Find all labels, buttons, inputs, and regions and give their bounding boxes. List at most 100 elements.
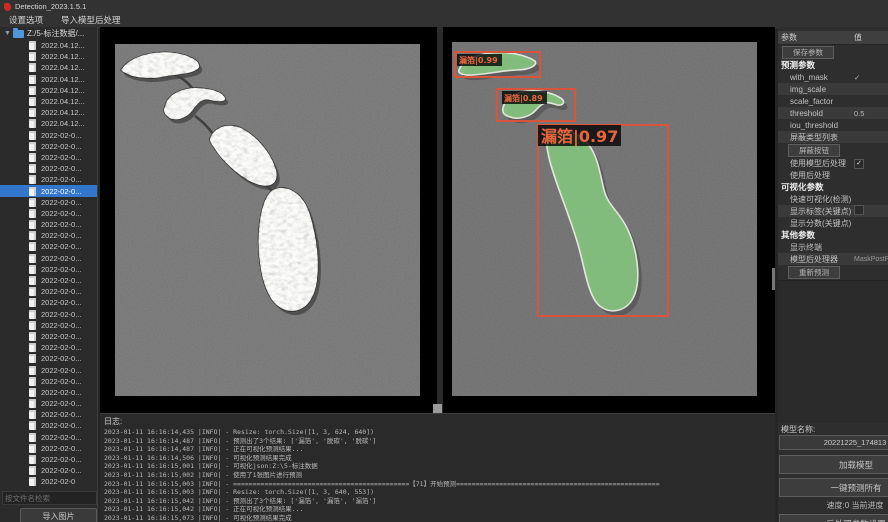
tree-file-row[interactable]: 2022.04.12... bbox=[0, 74, 97, 85]
sidebar: ▼ Z:/5-标注数据/... 2022.04.12... 2022.04.12… bbox=[0, 27, 98, 522]
log-panel[interactable]: 日志: 2023-01-11 16:16:14,435 |INFO| - Res… bbox=[100, 413, 775, 522]
tree-file-row[interactable]: 2022-02-0... bbox=[0, 398, 97, 409]
menu-settings[interactable]: 设置选项 bbox=[0, 13, 52, 27]
import-images-button[interactable]: 导入图片 bbox=[20, 508, 97, 522]
vertical-scrollbar-handle[interactable] bbox=[772, 268, 775, 290]
log-lines: 2023-01-11 16:16:14,435 |INFO| - Resize:… bbox=[100, 428, 775, 522]
menu-import-model-post[interactable]: 导入模型后处理 bbox=[52, 13, 130, 27]
save-params-button[interactable]: 保存参数 bbox=[782, 46, 834, 59]
tree-file-label: 2022-02-0... bbox=[41, 343, 81, 352]
model-name-field[interactable]: 20221225_174813 bbox=[779, 435, 888, 450]
tree-file-row[interactable]: 2022.04.12... bbox=[0, 40, 97, 51]
tree-file-label: 2022-02-0... bbox=[41, 354, 81, 363]
log-line: 2023-01-11 16:16:14,487 |INFO| - 正在可视化预测… bbox=[100, 445, 775, 454]
horizontal-scrollbar-handle[interactable] bbox=[433, 404, 442, 413]
load-model-button[interactable]: 加载模型 bbox=[779, 455, 888, 474]
tree-file-row[interactable]: 2022.04.12... bbox=[0, 85, 97, 96]
file-icon bbox=[29, 41, 36, 50]
tree-file-row[interactable]: 2022-02-0... bbox=[0, 230, 97, 241]
tree-file-row[interactable]: 2022.04.12... bbox=[0, 62, 97, 73]
post-settings-button[interactable]: 后处理参数设置 bbox=[779, 514, 888, 522]
param-label: 显示分数(关键点) bbox=[778, 218, 854, 229]
file-icon bbox=[29, 287, 36, 296]
tree-file-label: 2022-02-0... bbox=[41, 142, 81, 151]
tree-file-label: 2022-02-0... bbox=[41, 131, 81, 140]
tree-file-row[interactable]: 2022-02-0... bbox=[0, 309, 97, 320]
with-mask-check[interactable]: ✓ bbox=[854, 73, 888, 82]
file-icon bbox=[29, 321, 36, 330]
tree-file-row[interactable]: 2022-02-0... bbox=[0, 409, 97, 420]
file-icon bbox=[29, 153, 36, 162]
tree-file-row[interactable]: 2022-02-0... bbox=[0, 185, 97, 196]
tree-file-row[interactable]: 2022-02-0... bbox=[0, 353, 97, 364]
tree-file-row[interactable]: 2022-02-0... bbox=[0, 241, 97, 252]
tree-file-row[interactable]: 2022-02-0... bbox=[0, 152, 97, 163]
repredict-button[interactable]: 重新预测 bbox=[788, 266, 840, 279]
param-label: 显示标签(关键点) bbox=[778, 206, 854, 217]
app-icon bbox=[4, 3, 11, 11]
param-row-model-post-processor: 模型后处理器 MaskPostPro bbox=[778, 253, 888, 265]
prediction-image-viewer[interactable]: 漏箔|0.99 漏箔|0.89 漏箔|0.97 bbox=[443, 27, 775, 413]
param-label: img_scale bbox=[778, 85, 854, 94]
predict-all-button[interactable]: 一键预测所有 bbox=[779, 478, 888, 497]
file-tree[interactable]: ▼ Z:/5-标注数据/... 2022.04.12... 2022.04.12… bbox=[0, 27, 97, 489]
tree-file-row[interactable]: 2022-02-0... bbox=[0, 387, 97, 398]
tree-file-row[interactable]: 2022-02-0... bbox=[0, 130, 97, 141]
log-line: 2023-01-11 16:16:15,003 |INFO| - Resize:… bbox=[100, 488, 775, 497]
tree-file-row[interactable]: 2022.04.12... bbox=[0, 107, 97, 118]
filename-search-input[interactable] bbox=[2, 491, 97, 505]
tree-file-label: 2022-02-0... bbox=[41, 242, 81, 251]
tree-file-label: 2022-02-0... bbox=[41, 231, 81, 240]
tree-file-row[interactable]: 2022-02-0... bbox=[0, 219, 97, 230]
tree-file-row[interactable]: 2022-02-0... bbox=[0, 465, 97, 476]
tree-file-row[interactable]: 2022.04.12... bbox=[0, 51, 97, 62]
tree-file-label: 2022-02-0... bbox=[41, 466, 81, 475]
tree-file-row[interactable]: 2022-02-0... bbox=[0, 197, 97, 208]
tree-file-label: 2022-02-0... bbox=[41, 175, 81, 184]
tree-file-label: 2022-02-0... bbox=[41, 153, 81, 162]
tree-file-label: 2022-02-0... bbox=[41, 433, 81, 442]
file-icon bbox=[29, 444, 36, 453]
tree-file-row[interactable]: 2022-02-0... bbox=[0, 163, 97, 174]
tree-file-row[interactable]: 2022.04.12... bbox=[0, 96, 97, 107]
file-icon bbox=[29, 220, 36, 229]
file-icon bbox=[29, 265, 36, 274]
tree-file-row[interactable]: 2022-02-0... bbox=[0, 331, 97, 342]
param-row-show-label: 显示标签(关键点) bbox=[778, 205, 888, 217]
log-line: 2023-01-11 16:16:15,001 |INFO| - 可视化json… bbox=[100, 462, 775, 471]
detection-label-2: 漏箔|0.89 bbox=[504, 93, 543, 103]
file-icon bbox=[29, 187, 36, 196]
tree-file-row[interactable]: 2022-02-0... bbox=[0, 286, 97, 297]
block-button[interactable]: 屏蔽按钮 bbox=[788, 144, 840, 157]
file-icon bbox=[29, 254, 36, 263]
tree-file-label: 2022.04.12... bbox=[41, 41, 85, 50]
detection-label-3: 漏箔|0.97 bbox=[541, 127, 618, 147]
tree-file-row[interactable]: 2022-02-0... bbox=[0, 420, 97, 431]
tree-file-row[interactable]: 2022.04.12... bbox=[0, 118, 97, 129]
file-icon bbox=[29, 421, 36, 430]
tree-expander-icon[interactable]: ▼ bbox=[4, 30, 13, 37]
tree-file-row[interactable]: 2022-02-0... bbox=[0, 275, 97, 286]
show-label-checkbox[interactable] bbox=[854, 205, 864, 215]
params-panel: 参数 值 保存参数 预测参数 with_mask ✓ img_scale sca… bbox=[778, 27, 888, 522]
file-icon bbox=[29, 388, 36, 397]
tree-file-row[interactable]: 2022-02-0... bbox=[0, 320, 97, 331]
tree-file-row[interactable]: 2022-02-0... bbox=[0, 454, 97, 465]
tree-file-row[interactable]: 2022-02-0... bbox=[0, 253, 97, 264]
tree-file-row[interactable]: 2022-02-0... bbox=[0, 264, 97, 275]
use-model-post-checkbox[interactable]: ✓ bbox=[854, 159, 864, 169]
tree-file-row[interactable]: 2022-02-0... bbox=[0, 297, 97, 308]
tree-file-row[interactable]: 2022-02-0... bbox=[0, 208, 97, 219]
tree-file-row[interactable]: 2022-02-0... bbox=[0, 364, 97, 375]
tree-file-row[interactable]: 2022-02-0... bbox=[0, 174, 97, 185]
tree-file-row[interactable]: 2022-02-0... bbox=[0, 432, 97, 443]
tree-root-row[interactable]: ▼ Z:/5-标注数据/... bbox=[0, 27, 97, 40]
tree-file-row[interactable]: 2022-02-0... bbox=[0, 376, 97, 387]
tree-file-row[interactable]: 2022-02-0... bbox=[0, 443, 97, 454]
param-label: iou_threshold bbox=[778, 121, 854, 130]
panel-spacer bbox=[778, 280, 888, 423]
tree-file-row[interactable]: 2022-02-0... bbox=[0, 342, 97, 353]
original-image-viewer[interactable] bbox=[100, 27, 437, 413]
tree-file-row[interactable]: 2022-02-0 bbox=[0, 476, 97, 487]
tree-file-row[interactable]: 2022-02-0... bbox=[0, 141, 97, 152]
